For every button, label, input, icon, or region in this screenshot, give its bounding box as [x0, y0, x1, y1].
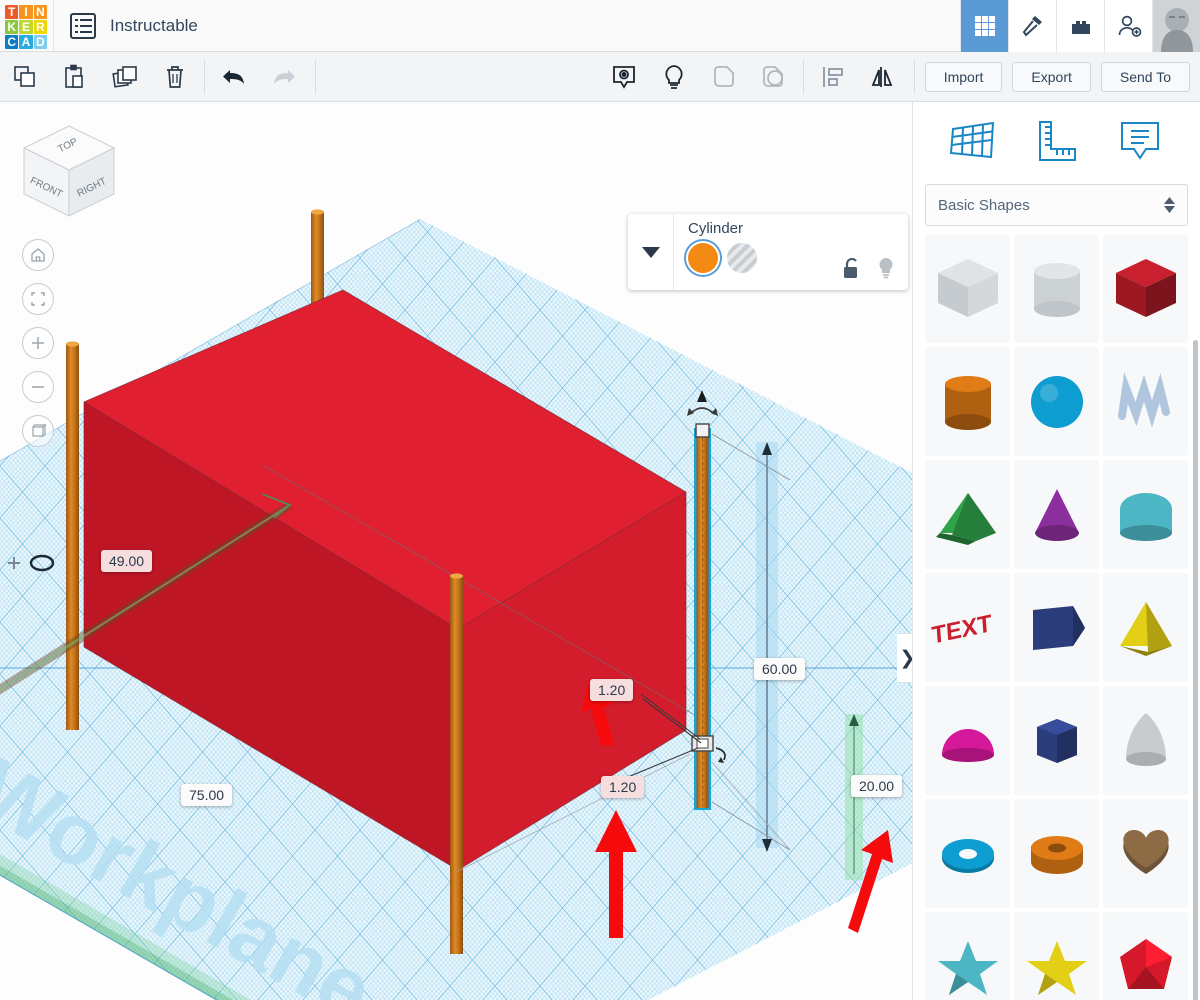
- shape-wedge[interactable]: [1014, 573, 1099, 682]
- design-canvas[interactable]: Workplane TOP FRONT RIGHT 49.00 75.00 1.…: [0, 102, 912, 1000]
- lightbulb-icon[interactable]: [649, 52, 699, 102]
- shape-category-label: Basic Shapes: [938, 196, 1030, 214]
- dimension-120-upper[interactable]: 1.20: [590, 679, 634, 701]
- shape-cone[interactable]: [1014, 460, 1099, 569]
- panel-tool-icons: [913, 102, 1200, 180]
- collapse-panel-button[interactable]: ❯: [897, 633, 912, 683]
- logo-tile-k: K: [5, 19, 19, 34]
- hammer-icon[interactable]: [1008, 0, 1056, 52]
- shape-cylinder-hole[interactable]: [1014, 234, 1099, 343]
- dimension-49[interactable]: 49.00: [101, 550, 153, 572]
- dimension-75[interactable]: 75.00: [181, 784, 233, 806]
- shape-name: Cylinder: [688, 220, 744, 237]
- shape-star-cyan[interactable]: [925, 912, 1010, 1000]
- lightbulb-icon[interactable]: [876, 256, 896, 280]
- shapes-panel: Basic Shapes TEXT: [912, 102, 1200, 1000]
- cylinder-front-middle: [450, 573, 463, 954]
- home-view-icon[interactable]: [22, 239, 54, 271]
- redo-icon: [259, 52, 309, 102]
- import-button[interactable]: Import: [924, 61, 1003, 92]
- list-icon[interactable]: [70, 12, 96, 39]
- export-button[interactable]: Export: [1012, 61, 1091, 92]
- add-person-icon[interactable]: [1104, 0, 1152, 52]
- solid-swatch[interactable]: [688, 243, 718, 273]
- divider: [802, 59, 804, 94]
- paste-icon[interactable]: [50, 52, 100, 102]
- shape-scribble[interactable]: [1103, 347, 1188, 456]
- fit-view-icon[interactable]: [22, 283, 54, 315]
- shape-round-roof[interactable]: [1103, 460, 1188, 569]
- note-icon[interactable]: [599, 52, 649, 102]
- view-cube[interactable]: TOP FRONT RIGHT: [14, 116, 124, 226]
- shape-cylinder[interactable]: [925, 347, 1010, 456]
- send-to-button[interactable]: Send To: [1100, 61, 1190, 92]
- align-icon[interactable]: [808, 52, 858, 102]
- group-icon: [699, 52, 749, 102]
- shape-box[interactable]: [1103, 234, 1188, 343]
- shape-tube[interactable]: [1014, 799, 1099, 908]
- blocks-icon[interactable]: [1056, 0, 1104, 52]
- hole-swatch[interactable]: [727, 243, 757, 273]
- shape-box-hole[interactable]: [925, 234, 1010, 343]
- panel-scrollbar[interactable]: [1193, 340, 1198, 1000]
- shape-polyhedron[interactable]: [1103, 912, 1188, 1000]
- delete-icon[interactable]: [150, 52, 200, 102]
- logo-tile-n: N: [33, 4, 47, 19]
- sort-arrows-icon: [1164, 197, 1175, 213]
- shape-roof[interactable]: [925, 460, 1010, 569]
- tinkercad-logo[interactable]: TINKERCAD: [3, 3, 49, 49]
- logo-tile-r: R: [33, 19, 47, 34]
- cylinder-back-left: [66, 341, 79, 730]
- duplicate-icon[interactable]: [100, 52, 150, 102]
- logo-tile-a: A: [19, 34, 33, 49]
- logo-tile-c: C: [5, 34, 19, 49]
- logo-tile-d: D: [33, 34, 47, 49]
- caret-down-icon[interactable]: [628, 214, 674, 290]
- ruler-icon[interactable]: [1030, 117, 1082, 165]
- shape-text[interactable]: TEXT: [925, 573, 1010, 682]
- workplane-origin-handle[interactable]: [2, 546, 60, 580]
- divider: [913, 59, 915, 94]
- zoom-out-icon[interactable]: [22, 371, 54, 403]
- unlock-icon[interactable]: [842, 258, 862, 280]
- dimension-60[interactable]: 60.00: [754, 658, 806, 680]
- divider: [204, 59, 205, 94]
- dimension-20[interactable]: 20.00: [851, 775, 903, 797]
- divider: [53, 0, 54, 52]
- grid-gallery-icon[interactable]: [960, 0, 1008, 52]
- shape-star-yellow[interactable]: [1014, 912, 1099, 1000]
- workplane-icon[interactable]: [947, 117, 999, 165]
- toolbar: Import Export Send To: [0, 52, 1200, 102]
- logo-tile-e: E: [19, 19, 33, 34]
- dimension-120-lower[interactable]: 1.20: [601, 776, 645, 798]
- top-right-icons: [960, 0, 1200, 52]
- top-bar: TINKERCAD Instructable: [0, 0, 1200, 52]
- shape-polygon[interactable]: [1014, 686, 1099, 795]
- avatar[interactable]: [1152, 0, 1200, 52]
- shape-half-sphere[interactable]: [925, 686, 1010, 795]
- shape-category-select[interactable]: Basic Shapes: [925, 184, 1188, 226]
- note-icon[interactable]: [1114, 117, 1166, 165]
- shape-sphere[interactable]: [1014, 347, 1099, 456]
- shape-pyramid[interactable]: [1103, 573, 1188, 682]
- ungroup-icon: [749, 52, 799, 102]
- logo-tile-i: I: [19, 4, 33, 19]
- orthographic-toggle-icon[interactable]: [22, 415, 54, 447]
- svg-text:TEXT: TEXT: [930, 609, 992, 649]
- shape-heart[interactable]: [1103, 799, 1188, 908]
- shape-torus[interactable]: [925, 799, 1010, 908]
- shape-paraboloid[interactable]: [1103, 686, 1188, 795]
- green-dimension-guide: [845, 714, 863, 880]
- copy-icon[interactable]: [0, 52, 50, 102]
- zoom-in-icon[interactable]: [22, 327, 54, 359]
- mirror-icon[interactable]: [858, 52, 908, 102]
- undo-icon[interactable]: [209, 52, 259, 102]
- logo-tile-t: T: [5, 4, 19, 19]
- page-title: Instructable: [110, 15, 198, 35]
- shape-library-grid[interactable]: TEXT: [913, 234, 1200, 1000]
- divider: [315, 59, 316, 94]
- shape-inspector[interactable]: Cylinder: [628, 214, 908, 290]
